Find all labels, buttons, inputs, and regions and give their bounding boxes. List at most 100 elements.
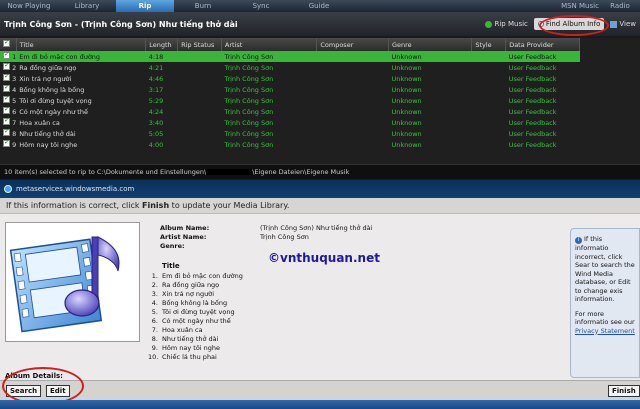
album-name-value: (Trịnh Công Sơn) Như tiếng thở dài bbox=[260, 224, 373, 232]
track-style bbox=[472, 106, 506, 117]
track-provider: User Feedback bbox=[508, 74, 557, 83]
view-button[interactable]: View bbox=[610, 20, 636, 28]
track-style bbox=[472, 84, 506, 95]
tab-now-playing[interactable]: Now Playing bbox=[0, 0, 58, 12]
row-checkbox[interactable] bbox=[3, 94, 10, 103]
track-rip-status bbox=[178, 62, 222, 73]
track-genre: Unknown bbox=[391, 63, 422, 72]
row-checkbox[interactable] bbox=[3, 83, 10, 92]
track-length: 4:46 bbox=[148, 74, 164, 83]
track-length: 4:24 bbox=[148, 107, 164, 116]
track-rip-status bbox=[178, 106, 222, 117]
row-checkbox[interactable] bbox=[3, 138, 10, 147]
list-item-title: Em đi bỏ mặc con đường bbox=[162, 272, 243, 280]
album-info-panel: If this information is correct, click Fi… bbox=[0, 198, 640, 380]
table-row[interactable]: 7 Hoa xuân ca 3:40 Trịnh Công Sơn Unknow… bbox=[0, 116, 580, 128]
track-length: 5:05 bbox=[148, 129, 164, 138]
row-checkbox-cell[interactable]: 9 bbox=[0, 138, 16, 150]
track-title: Có một ngày như thế bbox=[19, 107, 88, 116]
list-item: 6. Có một ngày như thế bbox=[151, 317, 231, 325]
status-suffix: \Eigene Dateien\Eigene Musik bbox=[252, 168, 350, 176]
artist-name-value: Trịnh Công Sơn bbox=[260, 233, 309, 241]
track-composer bbox=[317, 62, 389, 73]
track-length: 4:18 bbox=[145, 51, 178, 62]
header-style[interactable]: Style bbox=[471, 38, 507, 51]
header-rip-status[interactable]: Rip Status bbox=[177, 38, 222, 51]
genre-label: Genre: bbox=[160, 242, 185, 250]
annotation-circle-find bbox=[539, 15, 609, 36]
genre-row: Genre: bbox=[160, 242, 372, 251]
redacted-username bbox=[206, 169, 253, 175]
header-length[interactable]: Length bbox=[145, 38, 179, 51]
track-artist: Trịnh Công Sơn bbox=[224, 96, 274, 105]
header-composer[interactable]: Composer bbox=[316, 38, 389, 51]
row-checkbox[interactable] bbox=[3, 61, 10, 70]
rip-music-button[interactable]: Rip Music bbox=[485, 20, 528, 28]
tab-radio[interactable]: Radio bbox=[600, 0, 640, 12]
track-number: 4 bbox=[12, 86, 17, 94]
list-item-title: Có một ngày như thế bbox=[162, 317, 231, 325]
table-row[interactable]: 5 Tôi ơi đừng tuyệt vọng 5:29 Trịnh Công… bbox=[0, 94, 580, 106]
bottom-button-bar: Search Edit Finish bbox=[0, 380, 640, 400]
table-row[interactable]: 9 Hôm nay tôi nghe 4:00 Trịnh Công Sơn U… bbox=[0, 138, 580, 150]
row-checkbox[interactable] bbox=[3, 127, 10, 136]
table-row[interactable]: 6 Có một ngày như thế 4:24 Trịnh Công Sơ… bbox=[0, 105, 580, 117]
row-checkbox[interactable] bbox=[3, 105, 10, 114]
track-number: 1 bbox=[12, 53, 17, 61]
track-genre: Unknown bbox=[391, 129, 422, 138]
track-length: 3:17 bbox=[148, 85, 164, 94]
table-row[interactable]: 4 Bống không là bống 3:17 Trịnh Công Sơn… bbox=[0, 83, 580, 95]
help-text-2: For more informatio see our bbox=[575, 309, 635, 327]
tab-guide[interactable]: Guide bbox=[290, 0, 348, 12]
row-checkbox[interactable] bbox=[3, 50, 10, 59]
track-rip-status bbox=[178, 84, 222, 95]
track-rip-status bbox=[178, 95, 222, 106]
list-item: 2. Ra đồng giữa ngọ bbox=[151, 281, 220, 289]
track-title: Xin trả nợ người bbox=[19, 74, 72, 83]
header-genre[interactable]: Genre bbox=[388, 38, 473, 51]
track-composer bbox=[317, 139, 389, 150]
tab-burn[interactable]: Burn bbox=[174, 0, 232, 12]
track-provider: User Feedback bbox=[508, 129, 557, 138]
track-rip-status bbox=[178, 117, 222, 128]
rip-status-bar: 10 item(s) selected to rip to C:\Dokumen… bbox=[0, 164, 640, 179]
tab-sync[interactable]: Sync bbox=[232, 0, 290, 12]
rip-music-label: Rip Music bbox=[494, 20, 528, 28]
track-style bbox=[472, 95, 506, 106]
track-title: Ra đồng giữa ngọ bbox=[19, 63, 77, 72]
select-all-checkbox[interactable] bbox=[3, 38, 10, 47]
track-composer bbox=[317, 84, 389, 95]
table-row[interactable]: 2 Ra đồng giữa ngọ 4:21 Trịnh Công Sơn U… bbox=[0, 61, 580, 73]
track-table-panel: Title Length Rip Status Artist Composer … bbox=[0, 38, 640, 164]
tab-msn-music[interactable]: MSN Music bbox=[560, 0, 600, 12]
track-provider: User Feedback bbox=[505, 51, 580, 62]
row-checkbox[interactable] bbox=[3, 116, 10, 125]
finish-button[interactable]: Finish bbox=[608, 385, 640, 397]
header-artist[interactable]: Artist bbox=[221, 38, 318, 51]
track-number: 6 bbox=[12, 108, 17, 116]
table-row[interactable]: 1 Em đi bỏ mặc con đường 4:18 Trịnh Công… bbox=[0, 50, 580, 62]
header-data-provider[interactable]: Data Provider bbox=[505, 38, 580, 51]
track-list-header: Title bbox=[162, 262, 180, 270]
track-title: Tôi ơi đừng tuyệt vọng bbox=[19, 96, 92, 105]
watermark-text: ©vnthuquan.net bbox=[268, 251, 380, 265]
track-style bbox=[472, 139, 506, 150]
track-composer bbox=[316, 51, 389, 62]
table-row[interactable]: 8 Như tiếng thở dài 5:05 Trịnh Công Sơn … bbox=[0, 127, 580, 139]
row-checkbox[interactable] bbox=[3, 72, 10, 81]
track-rip-status bbox=[177, 51, 222, 62]
status-prefix: 10 item(s) selected to rip to C:\Dokumen… bbox=[4, 168, 207, 176]
list-item: 9. Hôm nay tôi nghe bbox=[151, 344, 221, 352]
tab-rip[interactable]: Rip bbox=[116, 0, 174, 12]
info-icon: i bbox=[575, 237, 582, 244]
track-rip-status bbox=[178, 139, 222, 150]
track-provider: User Feedback bbox=[508, 118, 557, 127]
track-title: Hoa xuân ca bbox=[19, 118, 60, 127]
track-genre: Unknown bbox=[391, 140, 422, 149]
table-row[interactable]: 3 Xin trả nợ người 4:46 Trịnh Công Sơn U… bbox=[0, 72, 580, 84]
privacy-statement-link[interactable]: Privacy Statement bbox=[575, 327, 635, 335]
tab-library[interactable]: Library bbox=[58, 0, 116, 12]
track-provider: User Feedback bbox=[508, 96, 557, 105]
header-title[interactable]: Title bbox=[16, 38, 147, 51]
